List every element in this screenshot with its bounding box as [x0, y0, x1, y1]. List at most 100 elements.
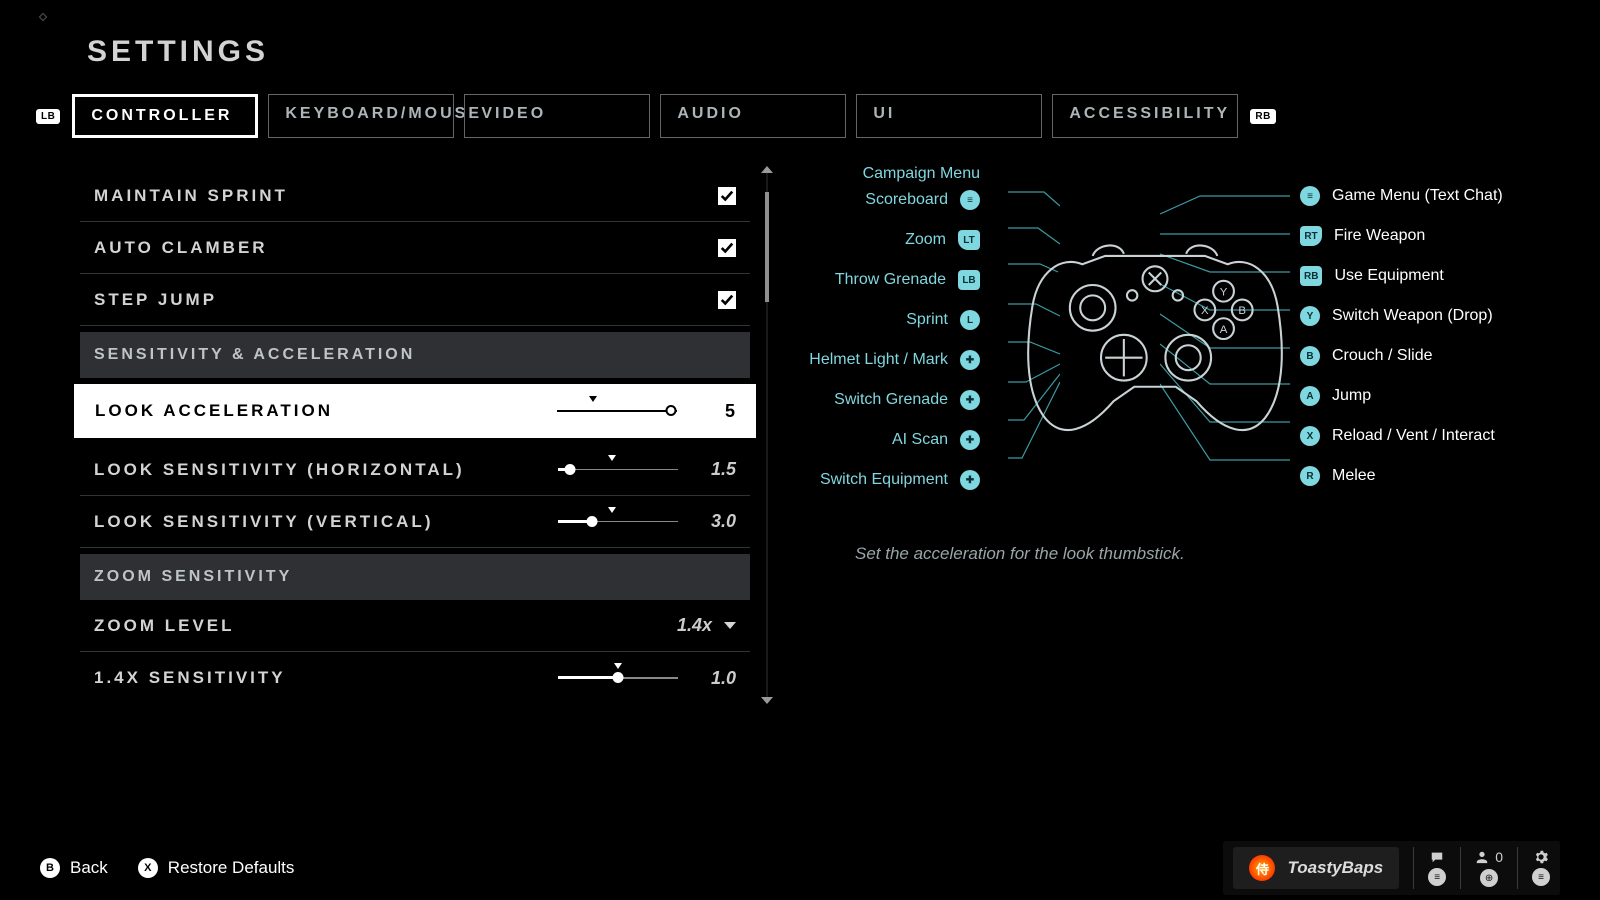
- rt-button-icon: RT: [1300, 226, 1322, 246]
- map-item: Scoreboard≡: [800, 190, 980, 210]
- setting-look-sens-v[interactable]: LOOK SENSITIVITY (VERTICAL) 3.0: [80, 496, 750, 548]
- svg-text:X: X: [1201, 305, 1209, 317]
- checkbox-icon[interactable]: [718, 291, 736, 309]
- tab-controller[interactable]: CONTROLLER: [72, 94, 258, 138]
- setting-description: Set the acceleration for the look thumbs…: [855, 544, 1185, 564]
- setting-zoom-sens[interactable]: 1.4X SENSITIVITY 1.0: [80, 652, 750, 704]
- controller-icon: Y B X A: [1020, 234, 1290, 444]
- settings-button[interactable]: ≡: [1532, 850, 1550, 886]
- restore-label: Restore Defaults: [168, 858, 295, 878]
- y-button-icon: Y: [1300, 306, 1320, 326]
- map-item: AJump: [1300, 386, 1540, 406]
- settings-list: MAINTAIN SPRINT AUTO CLAMBER STEP JUMP S…: [80, 170, 750, 704]
- map-item: Switch Equipment✚: [800, 470, 980, 490]
- tab-bar: LB CONTROLLER KEYBOARD/MOUSE VIDEO AUDIO…: [36, 94, 1276, 138]
- scroll-thumb[interactable]: [765, 192, 769, 302]
- setting-auto-clamber[interactable]: AUTO CLAMBER: [80, 222, 750, 274]
- avatar: 侍: [1249, 855, 1275, 881]
- slider[interactable]: [557, 401, 677, 421]
- dpad-up-icon: ✚: [960, 350, 980, 370]
- party-button[interactable]: 0 ⊕: [1475, 849, 1503, 887]
- chat-sub-icon: ≡: [1428, 868, 1446, 886]
- slider-value: 1.5: [696, 459, 736, 480]
- dpad-right-icon: ✚: [960, 470, 980, 490]
- b-key-icon: B: [40, 858, 60, 878]
- rb-button-icon: RB: [1300, 266, 1322, 286]
- slider[interactable]: [558, 668, 678, 688]
- view-button-icon: ≡: [960, 190, 980, 210]
- setting-zoom-level[interactable]: ZOOM LEVEL 1.4x: [80, 600, 750, 652]
- footer: B Back X Restore Defaults 侍 ToastyBaps ≡…: [0, 836, 1600, 900]
- lt-button-icon: LT: [958, 230, 980, 250]
- back-button[interactable]: B Back: [40, 858, 108, 878]
- menu-button-icon: ≡: [1300, 186, 1320, 206]
- lb-button-icon: LB: [958, 270, 980, 290]
- map-item: RTFire Weapon: [1300, 226, 1540, 246]
- setting-look-acceleration[interactable]: LOOK ACCELERATION 5: [74, 384, 756, 438]
- setting-look-sens-h[interactable]: LOOK SENSITIVITY (HORIZONTAL) 1.5: [80, 444, 750, 496]
- section-zoom: ZOOM SENSITIVITY: [80, 554, 750, 600]
- map-item: Helmet Light / Mark✚: [800, 350, 980, 370]
- controller-map-right: ≡Game Menu (Text Chat) RTFire Weapon RBU…: [1300, 186, 1540, 486]
- lb-bumper-hint: LB: [36, 109, 60, 124]
- username: ToastyBaps: [1287, 858, 1383, 878]
- page-title: SETTINGS: [87, 35, 269, 69]
- dropdown[interactable]: 1.4x: [677, 615, 736, 636]
- map-item: SprintL: [800, 310, 980, 330]
- x-button-icon: X: [1300, 426, 1320, 446]
- dpad-down-icon: ✚: [960, 430, 980, 450]
- restore-defaults-button[interactable]: X Restore Defaults: [138, 858, 295, 878]
- party-count: 0: [1495, 849, 1503, 865]
- svg-text:B: B: [1238, 305, 1246, 317]
- slider[interactable]: [558, 460, 678, 480]
- scroll-down-icon[interactable]: [761, 697, 773, 704]
- chevron-down-icon: [724, 622, 736, 629]
- map-item: ≡Game Menu (Text Chat): [1300, 186, 1540, 206]
- map-item: YSwitch Weapon (Drop): [1300, 306, 1540, 326]
- setting-step-jump[interactable]: STEP JUMP: [80, 274, 750, 326]
- svg-text:Y: Y: [1220, 286, 1228, 298]
- chat-button[interactable]: ≡: [1428, 850, 1446, 886]
- controller-map-left: Campaign Menu Scoreboard≡ ZoomLT Throw G…: [800, 164, 980, 490]
- user-chip[interactable]: 侍 ToastyBaps: [1233, 847, 1399, 889]
- tab-ui[interactable]: UI: [856, 94, 1042, 138]
- map-item: Campaign Menu: [800, 164, 980, 184]
- x-key-icon: X: [138, 858, 158, 878]
- checkbox-icon[interactable]: [718, 239, 736, 257]
- people-icon: [1475, 850, 1489, 864]
- checkbox-icon[interactable]: [718, 187, 736, 205]
- slider-value: 1.0: [696, 668, 736, 689]
- setting-label: LOOK SENSITIVITY (VERTICAL): [94, 512, 433, 532]
- setting-label: AUTO CLAMBER: [94, 238, 268, 258]
- tab-audio[interactable]: AUDIO: [660, 94, 846, 138]
- setting-label: LOOK SENSITIVITY (HORIZONTAL): [94, 460, 465, 480]
- slider-value: 3.0: [696, 511, 736, 532]
- dpad-left-icon: ✚: [960, 390, 980, 410]
- map-item: RBUse Equipment: [1300, 266, 1540, 286]
- setting-label: MAINTAIN SPRINT: [94, 186, 288, 206]
- tab-accessibility[interactable]: ACCESSIBILITY: [1052, 94, 1238, 138]
- setting-label: STEP JUMP: [94, 290, 217, 310]
- map-item: ZoomLT: [800, 230, 980, 250]
- back-label: Back: [70, 858, 108, 878]
- a-button-icon: A: [1300, 386, 1320, 406]
- map-item: AI Scan✚: [800, 430, 980, 450]
- section-label: SENSITIVITY & ACCELERATION: [94, 346, 415, 364]
- map-item: BCrouch / Slide: [1300, 346, 1540, 366]
- setting-label: LOOK ACCELERATION: [95, 401, 333, 421]
- scroll-up-icon[interactable]: [761, 166, 773, 173]
- scrollbar[interactable]: [766, 170, 768, 700]
- rstick-button-icon: R: [1300, 466, 1320, 486]
- setting-maintain-sprint[interactable]: MAINTAIN SPRINT: [80, 170, 750, 222]
- dropdown-value: 1.4x: [677, 615, 712, 636]
- lstick-button-icon: L: [960, 310, 980, 330]
- svg-text:A: A: [1220, 324, 1228, 336]
- slider[interactable]: [558, 512, 678, 532]
- map-item: Switch Grenade✚: [800, 390, 980, 410]
- section-sensitivity: SENSITIVITY & ACCELERATION: [80, 332, 750, 378]
- map-item: RMelee: [1300, 466, 1540, 486]
- tab-keyboard-mouse[interactable]: KEYBOARD/MOUSE: [268, 94, 454, 138]
- tab-video[interactable]: VIDEO: [464, 94, 650, 138]
- map-item: XReload / Vent / Interact: [1300, 426, 1540, 446]
- slider-value: 5: [695, 401, 735, 422]
